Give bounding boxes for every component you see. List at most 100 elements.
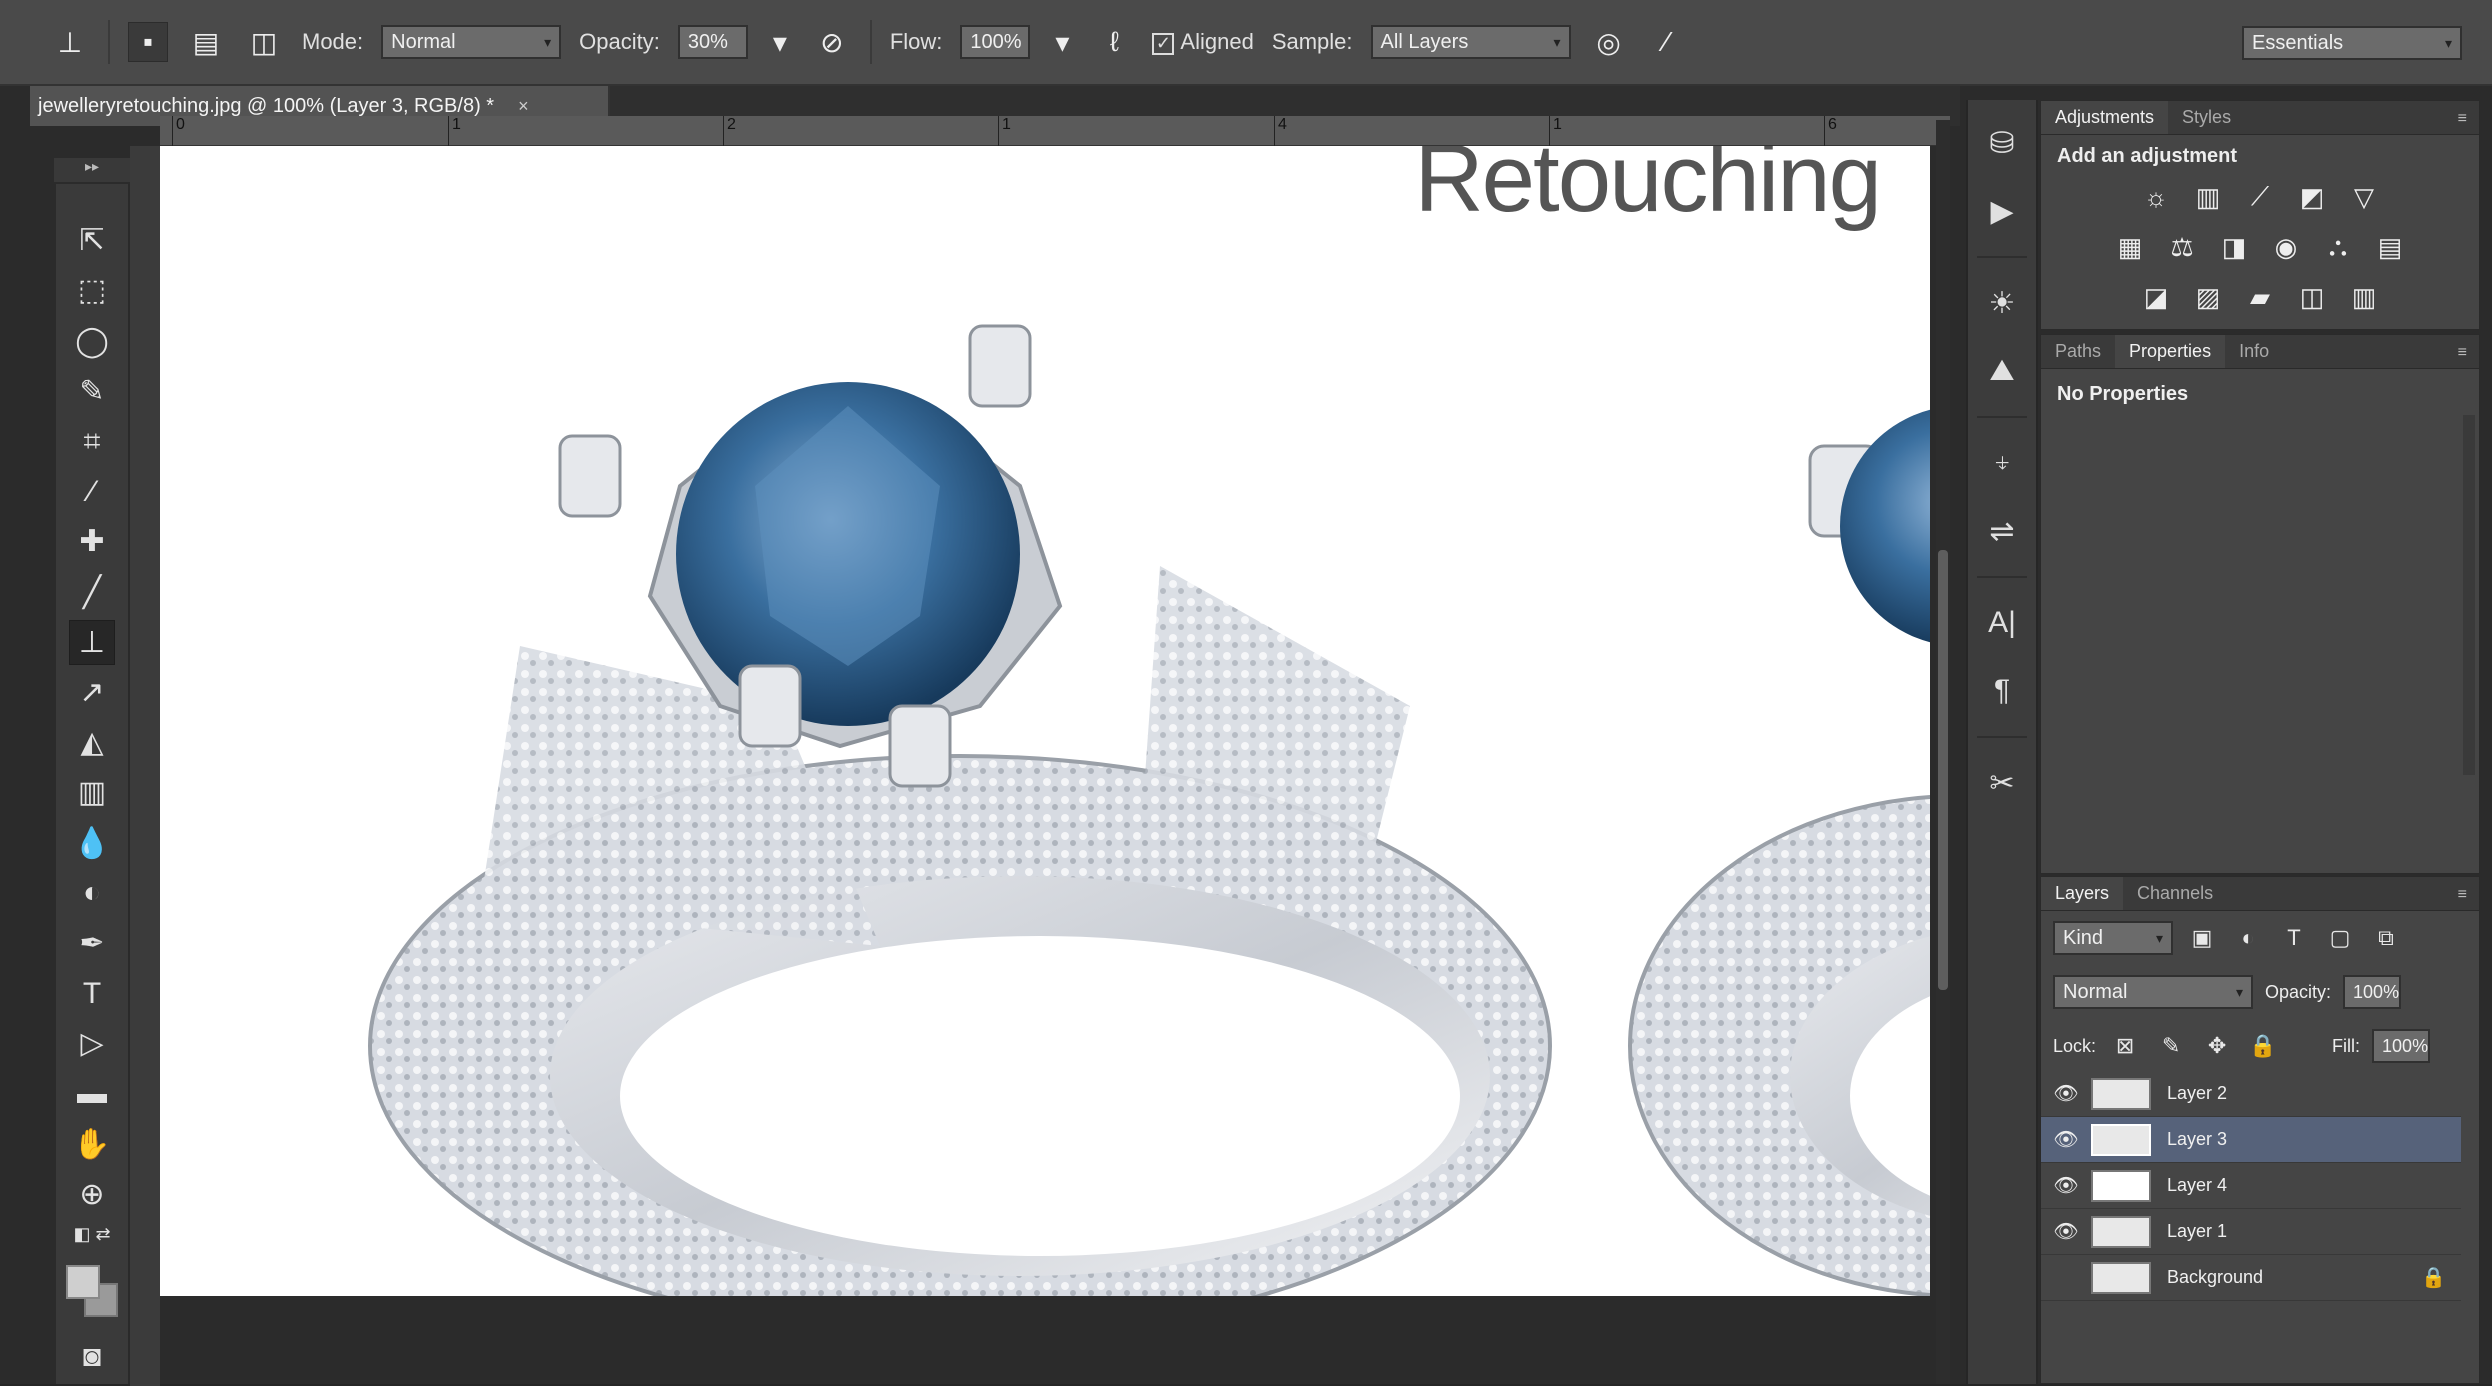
healing-brush-tool-icon[interactable]: ✚ (69, 519, 115, 564)
tab-info[interactable]: Info (2225, 335, 2283, 368)
pixel-filter-icon[interactable]: ▣ (2185, 921, 2219, 955)
rectangle-tool-icon[interactable]: ▬ (69, 1071, 115, 1116)
eye-icon[interactable]: 👁 (2041, 1081, 2091, 1106)
layer-row-selected[interactable]: 👁 Layer 3 (2041, 1117, 2461, 1163)
pressure-opacity-icon[interactable]: ⊘ (812, 22, 852, 62)
mode-dropdown[interactable]: Normal ▾ (381, 25, 562, 59)
fill-input[interactable]: 100% (2372, 1029, 2431, 1063)
layer-opacity-input[interactable]: 100% (2343, 975, 2402, 1009)
kind-filter-dropdown[interactable]: Kind ▾ (2053, 921, 2173, 955)
document-canvas[interactable]: Retouching (160, 146, 1930, 1296)
eyedropper-tool-icon[interactable]: ⁄ (69, 469, 115, 514)
tab-channels[interactable]: Channels (2123, 877, 2227, 910)
opacity-input[interactable]: 30% (677, 25, 748, 59)
pen-tool-icon[interactable]: ✒ (69, 921, 115, 966)
selective-color-icon[interactable]: ◫ (2292, 278, 2332, 316)
adjustments-icon[interactable]: ☀ (1979, 280, 2025, 326)
hue-saturation-icon[interactable]: ▦ (2110, 228, 2150, 266)
history-brush-tool-icon[interactable]: ↗ (69, 670, 115, 715)
layer-row[interactable]: 👁 Layer 1 (2041, 1209, 2461, 1255)
invert-icon[interactable]: ◪ (2136, 278, 2176, 316)
flow-input[interactable]: 100% (960, 25, 1031, 59)
lock-position-icon[interactable]: ✥ (2200, 1029, 2234, 1063)
toggle-clone-source-icon[interactable]: ◫ (244, 22, 284, 62)
sample-dropdown[interactable]: All Layers ▾ (1370, 25, 1571, 59)
curves-icon[interactable]: ⟋ (2240, 178, 2280, 216)
eraser-tool-icon[interactable]: ◭ (69, 720, 115, 765)
gradient-tool-icon[interactable]: ▥ (69, 770, 115, 815)
actions-panel-icon[interactable]: ▶ (1979, 188, 2025, 234)
black-white-icon[interactable]: ◨ (2214, 228, 2254, 266)
gradient-map-icon[interactable]: ▥ (2344, 278, 2384, 316)
airbrush-icon[interactable]: ℓ (1094, 22, 1134, 62)
blur-tool-icon[interactable]: 💧 (69, 820, 115, 865)
horizontal-ruler[interactable]: 0 1 2 1 4 1 6 (160, 116, 1950, 146)
lasso-tool-icon[interactable]: ◯ (69, 318, 115, 363)
type-filter-icon[interactable]: T (2277, 921, 2311, 955)
tab-styles[interactable]: Styles (2168, 101, 2245, 134)
adjustment-filter-icon[interactable]: ◐ (2231, 921, 2265, 955)
scrollbar-thumb[interactable] (1938, 550, 1948, 990)
layer-row[interactable]: 👁 Layer 4 (2041, 1163, 2461, 1209)
type-tool-icon[interactable]: T (69, 971, 115, 1016)
lock-pixels-icon[interactable]: ✎ (2154, 1029, 2188, 1063)
tab-layers[interactable]: Layers (2041, 877, 2124, 910)
hand-tool-icon[interactable]: ✋ (69, 1122, 115, 1167)
aligned-checkbox[interactable]: ✓ Aligned (1152, 29, 1254, 55)
photo-filter-icon[interactable]: ◉ (2266, 228, 2306, 266)
tool-presets-icon[interactable]: ✂ (1979, 760, 2025, 806)
flow-dropdown-icon[interactable]: ▾ (1048, 22, 1076, 62)
quick-selection-tool-icon[interactable]: ✎ (69, 369, 115, 414)
properties-scrollbar[interactable] (2463, 415, 2475, 775)
eye-icon[interactable]: 👁 (2041, 1173, 2091, 1198)
brush-presets-icon[interactable]: ⍖ (1979, 440, 2025, 486)
tab-properties[interactable]: Properties (2115, 335, 2226, 368)
marquee-tool-icon[interactable]: ⬚ (69, 268, 115, 313)
eye-icon[interactable]: 👁 (2041, 1219, 2091, 1244)
move-tool-icon[interactable]: ⇱ (69, 218, 115, 263)
tab-adjustments[interactable]: Adjustments (2041, 101, 2169, 134)
shape-filter-icon[interactable]: ▢ (2323, 921, 2357, 955)
clone-source-icon[interactable]: ⇌ (1979, 508, 2025, 554)
panel-menu-icon[interactable]: ≡ (2446, 338, 2479, 368)
close-icon[interactable]: × (518, 96, 529, 117)
levels-icon[interactable]: ▥ (2188, 178, 2228, 216)
panel-menu-icon[interactable]: ≡ (2446, 104, 2479, 134)
opacity-dropdown-icon[interactable]: ▾ (766, 22, 794, 62)
brush-tool-icon[interactable]: ╱ (69, 569, 115, 614)
canvas-scrollbar[interactable] (1936, 120, 1950, 1384)
vibrance-icon[interactable]: ▽ (2344, 178, 2384, 216)
brush-preset-icon[interactable]: ▪ (128, 22, 168, 62)
threshold-icon[interactable]: ▰ (2240, 278, 2280, 316)
blend-mode-dropdown[interactable]: Normal ▾ (2053, 975, 2253, 1009)
paragraph-panel-icon[interactable]: ¶ (1979, 668, 2025, 714)
lock-all-icon[interactable]: 🔒 (2246, 1029, 2280, 1063)
default-colors-icon[interactable]: ◧ ⇄ (69, 1222, 115, 1248)
exposure-icon[interactable]: ◩ (2292, 178, 2332, 216)
layer-row[interactable]: 👁 Layer 2 (2041, 1071, 2461, 1117)
ignore-adjustment-layers-icon[interactable]: ◎ (1589, 22, 1629, 62)
histogram-icon[interactable]: ⛰ (1979, 348, 2025, 394)
tab-paths[interactable]: Paths (2041, 335, 2115, 368)
path-selection-tool-icon[interactable]: ▷ (69, 1021, 115, 1066)
workspace-dropdown[interactable]: Essentials ▾ (2242, 26, 2462, 60)
character-panel-icon[interactable]: A| (1979, 600, 2025, 646)
toggle-brush-panel-icon[interactable]: ▤ (186, 22, 226, 62)
tools-panel-header[interactable]: ▸▸ (54, 158, 130, 182)
panel-menu-icon[interactable]: ≡ (2446, 880, 2479, 910)
quick-mask-icon[interactable]: ◙ (69, 1334, 115, 1379)
smart-object-filter-icon[interactable]: ⧉ (2369, 921, 2403, 955)
layer-row[interactable]: Background 🔒 (2041, 1255, 2461, 1301)
color-swatches[interactable] (62, 1261, 122, 1320)
zoom-tool-icon[interactable]: ⊕ (69, 1172, 115, 1217)
color-lookup-icon[interactable]: ▤ (2370, 228, 2410, 266)
channel-mixer-icon[interactable]: ⛬ (2318, 228, 2358, 266)
vertical-ruler[interactable] (130, 146, 160, 1386)
dodge-tool-icon[interactable]: ◐ (69, 871, 115, 916)
eye-icon[interactable]: 👁 (2041, 1127, 2091, 1152)
crop-tool-icon[interactable]: ⌗ (69, 419, 115, 464)
clone-stamp-tool-icon[interactable]: ⊥ (69, 619, 115, 666)
foreground-color[interactable] (66, 1264, 100, 1299)
color-balance-icon[interactable]: ⚖ (2162, 228, 2202, 266)
clone-stamp-icon[interactable]: ⊥ (50, 22, 90, 62)
